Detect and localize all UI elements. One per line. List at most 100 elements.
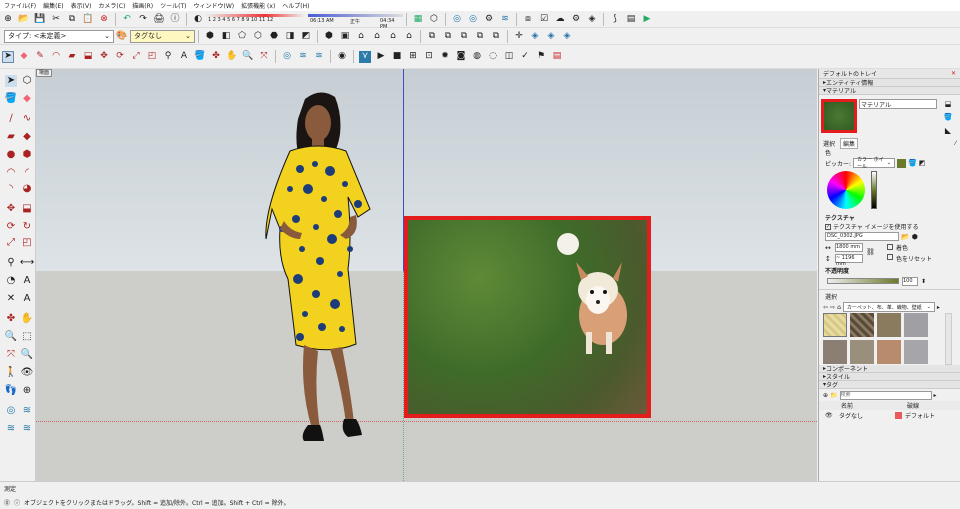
followme-icon[interactable]: ↻ (21, 221, 33, 233)
tag-color-swatch[interactable] (895, 411, 902, 419)
material-swatch-6[interactable] (850, 340, 874, 364)
forward-icon[interactable]: ⇨ (830, 304, 835, 311)
paint-material-icon[interactable]: 🪣 (942, 111, 954, 123)
material-swatch-3[interactable] (877, 313, 901, 337)
spinner-icon[interactable]: ⬍ (921, 278, 926, 285)
cut-icon[interactable]: ✂ (50, 13, 62, 25)
text-tool-icon[interactable]: A (21, 275, 33, 287)
material-swatch-8[interactable] (904, 340, 928, 364)
scene-update-icon[interactable]: ⊡ (423, 51, 435, 63)
report-icon[interactable]: ▤ (625, 13, 637, 25)
dropdown-icon[interactable]: ◉ (336, 51, 348, 63)
tape-tool-icon[interactable]: ⚲ (5, 257, 17, 269)
previous-view-icon[interactable]: 🔍 (21, 349, 33, 361)
match-color-icon[interactable]: 🪣 (908, 159, 917, 167)
pencil-icon[interactable]: ✎ (34, 51, 46, 63)
pan-icon[interactable]: ✋ (226, 51, 238, 63)
location-icon[interactable]: ◈ (586, 13, 598, 25)
sandbox-tools-icon[interactable]: ≋ (313, 51, 325, 63)
tags-col-name[interactable]: 名前 (841, 401, 891, 410)
styles-header[interactable]: ▸ スタイル (819, 373, 960, 381)
tape-icon[interactable]: ◈ (529, 30, 541, 42)
menu-file[interactable]: ファイル(F) (4, 1, 36, 10)
details-icon[interactable]: ▸ (937, 304, 940, 311)
zoom-extents-tool-icon[interactable]: ⤧ (5, 349, 17, 361)
rotated-rect-icon[interactable]: ◆ (21, 131, 33, 143)
add-tag-icon[interactable]: ⊕ (823, 392, 828, 399)
picker-combo[interactable]: カラー ホイール ⌄ (853, 157, 896, 170)
material-name-field[interactable]: マテリアル (859, 99, 937, 109)
redo-icon[interactable]: ↷ (137, 13, 149, 25)
opacity-field[interactable]: 100 (902, 276, 918, 286)
dimension-icon[interactable]: ◈ (561, 30, 573, 42)
create-material-icon[interactable]: ⬓ (942, 98, 954, 110)
flag-icon[interactable]: ⚑ (535, 51, 547, 63)
union-icon[interactable]: ◎ (451, 13, 463, 25)
texture-height-field[interactable]: ~ 1196 mm (835, 254, 863, 267)
tag-combo[interactable]: タグなし ⌄ (130, 29, 195, 43)
rectangle-tool-icon[interactable]: ▰ (5, 131, 17, 143)
library-combo[interactable]: カーペット、布、革、織物、壁紙 ⌄ (842, 302, 935, 312)
gear-icon[interactable]: ✹ (439, 51, 451, 63)
sketchy-icon[interactable]: ▤ (551, 51, 563, 63)
person-figure[interactable] (260, 89, 380, 454)
section-tool-icon[interactable]: ⊕ (21, 385, 33, 397)
erase-icon[interactable]: ⊗ (98, 13, 110, 25)
stop-icon[interactable]: ■ (391, 51, 403, 63)
texture-width-field[interactable]: 1800 mm (835, 243, 863, 252)
tape-measure-icon[interactable]: ⚲ (162, 51, 174, 63)
close-icon[interactable]: ✕ (951, 70, 956, 77)
eraser-icon[interactable]: ◆ (18, 51, 30, 63)
protractor-icon[interactable]: ◈ (545, 30, 557, 42)
menu-tools[interactable]: ツール(T) (160, 1, 186, 10)
tags-col-dash[interactable]: 破線 (907, 401, 919, 410)
camera-icon[interactable]: ◙ (455, 51, 467, 63)
eye-icon[interactable]: 👁 (825, 412, 839, 419)
layout-icon[interactable]: ◫ (503, 51, 515, 63)
brightness-slider[interactable] (871, 171, 877, 209)
select-arrow-icon[interactable]: ➤ (2, 50, 14, 63)
polygon-tool-icon[interactable]: ⬢ (21, 149, 33, 161)
sun-icon[interactable]: ◍ (471, 51, 483, 63)
text-icon[interactable]: A (178, 51, 190, 63)
pie-icon[interactable]: ◕ (21, 183, 33, 195)
scale-tool-icon[interactable]: ⤢ (5, 237, 17, 249)
sandbox-icon[interactable]: ⟆ (609, 13, 621, 25)
wireframe-icon[interactable]: ⬠ (236, 30, 248, 42)
walk-icon[interactable]: 👣 (5, 385, 17, 397)
texture-file-field[interactable]: DSC_0302.JPG (825, 232, 899, 241)
pan-tool-icon[interactable]: ✋ (21, 313, 33, 325)
back-view-icon[interactable]: ⌂ (387, 30, 399, 42)
open-icon[interactable]: 📂 (18, 13, 30, 25)
arc-3-icon[interactable]: ◝ (5, 183, 17, 195)
position-camera-icon[interactable]: 🚶 (5, 367, 17, 379)
right-view-icon[interactable]: ⌂ (371, 30, 383, 42)
xray-icon[interactable]: ⬢ (204, 30, 216, 42)
color-wheel[interactable] (827, 171, 865, 209)
component-icon[interactable]: ⧈ (522, 13, 534, 25)
back-icon[interactable]: ⇦ (823, 304, 828, 311)
move-tool-icon[interactable]: ✥ (5, 203, 17, 215)
grid-scrollbar[interactable] (945, 313, 952, 365)
extension-tool-icon[interactable]: ≋ (21, 405, 33, 417)
save-icon[interactable]: 💾 (34, 13, 46, 25)
undo-icon[interactable]: ↶ (121, 13, 133, 25)
zoom-tool-icon[interactable]: 🔍 (5, 331, 17, 343)
paint-bucket-icon[interactable]: 🪣 (5, 93, 17, 105)
time-slider[interactable]: 06:13 AM 正午 04:34 PM (308, 13, 403, 30)
tab-select[interactable]: 選択 (823, 139, 835, 148)
line-tool-icon[interactable]: ∕ (5, 113, 17, 125)
pushpull-tool-icon[interactable]: ⬓ (21, 203, 33, 215)
material-swatch-4[interactable] (904, 313, 928, 337)
zoom-extents-icon[interactable]: ⤧ (258, 51, 270, 63)
settings-icon[interactable]: ⚙ (570, 13, 582, 25)
rotate-icon[interactable]: ⟳ (114, 51, 126, 63)
credits-icon[interactable]: ⓘ (14, 498, 20, 507)
protractor-tool-icon[interactable]: ◔ (5, 275, 17, 287)
month-slider[interactable]: 1 2 3 4 5 6 7 8 9 10 11 12 (206, 13, 304, 26)
menu-edit[interactable]: 編集(E) (43, 1, 63, 10)
print-icon[interactable]: 🖨 (153, 13, 165, 25)
check-icon[interactable]: ✓ (519, 51, 531, 63)
eyedropper-icon[interactable]: ⁄ (955, 140, 956, 147)
match-screen-icon[interactable]: ◩ (919, 159, 926, 167)
